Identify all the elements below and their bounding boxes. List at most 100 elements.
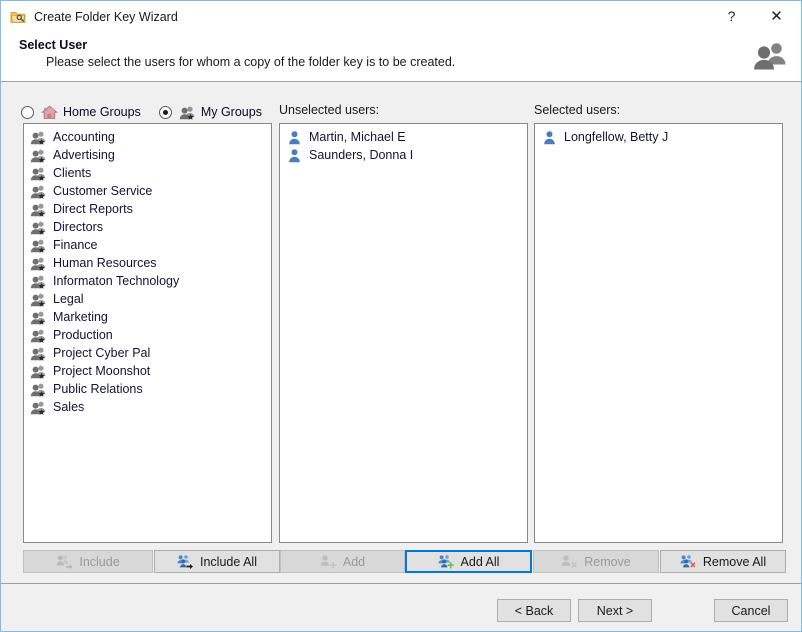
group-star-icon xyxy=(30,292,47,307)
list-item-label: Saunders, Donna I xyxy=(309,148,414,162)
wizard-footer: < Back Next > Cancel xyxy=(1,583,801,631)
remove-all-icon xyxy=(680,554,697,569)
list-item[interactable]: Martin, Michael E xyxy=(280,128,527,146)
list-item-label: Advertising xyxy=(53,148,115,162)
list-item-label: Sales xyxy=(53,400,85,414)
group-star-icon xyxy=(30,274,47,289)
add-button[interactable]: Add xyxy=(280,550,405,573)
radio-my-groups-dot[interactable] xyxy=(158,105,172,119)
list-item-label: Martin, Michael E xyxy=(309,130,406,144)
add-all-button-label: Add All xyxy=(460,554,500,569)
list-item[interactable]: Project Moonshot xyxy=(24,362,271,380)
add-all-button[interactable]: Add All xyxy=(405,550,532,573)
list-item[interactable]: Human Resources xyxy=(24,254,271,272)
list-item-label: Production xyxy=(53,328,113,342)
list-item-label: Longfellow, Betty J xyxy=(564,130,669,144)
radio-home-groups-label: Home Groups xyxy=(63,105,141,119)
remove-button[interactable]: Remove xyxy=(533,550,659,573)
list-item-label: Directors xyxy=(53,220,104,234)
list-item-label: Marketing xyxy=(53,310,108,324)
list-item[interactable]: Informaton Technology xyxy=(24,272,271,290)
list-item[interactable]: Accounting xyxy=(24,128,271,146)
cancel-button[interactable]: Cancel xyxy=(714,599,788,622)
list-item-label: Legal xyxy=(53,292,84,306)
list-item-label: Direct Reports xyxy=(53,202,133,216)
list-item[interactable]: Sales xyxy=(24,398,271,416)
back-button-label: < Back xyxy=(514,603,554,618)
group-star-icon xyxy=(30,310,47,325)
page-subtitle: Please select the users for whom a copy … xyxy=(46,55,456,69)
close-icon: ✕ xyxy=(770,8,783,25)
group-star-icon xyxy=(30,220,47,235)
include-all-button[interactable]: Include All xyxy=(154,550,280,573)
list-item[interactable]: Direct Reports xyxy=(24,200,271,218)
add-icon xyxy=(320,554,337,569)
list-item[interactable]: Project Cyber Pal xyxy=(24,344,271,362)
group-star-icon xyxy=(30,202,47,217)
group-star-icon xyxy=(30,238,47,253)
include-icon xyxy=(56,554,73,570)
list-item-label: Clients xyxy=(53,166,92,180)
include-button-label: Include xyxy=(79,554,120,569)
close-button[interactable]: ✕ xyxy=(754,1,799,31)
window-title: Create Folder Key Wizard xyxy=(34,9,178,24)
remove-all-button-label: Remove All xyxy=(702,554,767,569)
list-item[interactable]: Marketing xyxy=(24,308,271,326)
person-icon xyxy=(541,130,558,145)
include-button[interactable]: Include xyxy=(23,550,153,573)
person-icon xyxy=(286,130,303,145)
list-item[interactable]: Finance xyxy=(24,236,271,254)
wizard-body: Home Groups My Groups Unselected users: xyxy=(1,83,801,583)
list-item[interactable]: Saunders, Donna I xyxy=(280,146,527,164)
radio-home-groups-dot[interactable] xyxy=(21,105,34,119)
groups-listbox[interactable]: Accounting Advertising Clients Customer Ser… xyxy=(23,123,272,543)
home-group-icon xyxy=(41,105,58,120)
group-star-icon xyxy=(30,364,47,379)
help-button[interactable]: ? xyxy=(709,1,754,31)
next-button[interactable]: Next > xyxy=(578,599,652,622)
group-star-icon xyxy=(30,328,47,343)
unselected-users-listbox[interactable]: Martin, Michael E Saunders, Donna I xyxy=(279,123,528,543)
selected-users-listbox[interactable]: Longfellow, Betty J xyxy=(534,123,783,543)
wizard-header: Select User Please select the users for … xyxy=(1,32,801,82)
remove-all-button[interactable]: Remove All xyxy=(660,550,786,573)
list-item-label: Project Cyber Pal xyxy=(53,346,151,360)
page-title: Select User xyxy=(19,38,88,52)
list-item-label: Public Relations xyxy=(53,382,143,396)
group-star-icon xyxy=(30,148,47,163)
next-button-label: Next > xyxy=(596,603,634,618)
list-item[interactable]: Production xyxy=(24,326,271,344)
add-all-icon xyxy=(438,554,455,569)
help-icon: ? xyxy=(727,8,736,24)
group-star-icon xyxy=(30,184,47,199)
back-button[interactable]: < Back xyxy=(497,599,571,622)
list-item[interactable]: Longfellow, Betty J xyxy=(535,128,782,146)
group-star-icon xyxy=(30,346,47,361)
remove-button-label: Remove xyxy=(584,554,631,569)
radio-home-groups[interactable]: Home Groups xyxy=(21,105,141,120)
group-scope-radios: Home Groups My Groups xyxy=(21,102,280,122)
my-group-icon xyxy=(179,105,196,120)
folder-key-icon xyxy=(10,9,26,25)
radio-my-groups[interactable]: My Groups xyxy=(158,105,262,120)
list-item[interactable]: Legal xyxy=(24,290,271,308)
wizard-window: Create Folder Key Wizard ? ✕ Select User… xyxy=(0,0,802,632)
list-item-label: Accounting xyxy=(53,130,115,144)
remove-icon xyxy=(561,554,578,569)
list-item[interactable]: Advertising xyxy=(24,146,271,164)
cancel-button-label: Cancel xyxy=(731,603,771,618)
list-item[interactable]: Public Relations xyxy=(24,380,271,398)
list-item[interactable]: Directors xyxy=(24,218,271,236)
users-icon xyxy=(752,40,788,72)
list-item-label: Human Resources xyxy=(53,256,157,270)
group-star-icon xyxy=(30,400,47,415)
group-star-icon xyxy=(30,130,47,145)
list-item-label: Project Moonshot xyxy=(53,364,151,378)
group-star-icon xyxy=(30,166,47,181)
list-item[interactable]: Customer Service xyxy=(24,182,271,200)
group-star-icon xyxy=(30,382,47,397)
title-bar: Create Folder Key Wizard ? ✕ xyxy=(1,1,801,32)
person-icon xyxy=(286,148,303,163)
list-item[interactable]: Clients xyxy=(24,164,271,182)
radio-my-groups-label: My Groups xyxy=(200,105,262,119)
